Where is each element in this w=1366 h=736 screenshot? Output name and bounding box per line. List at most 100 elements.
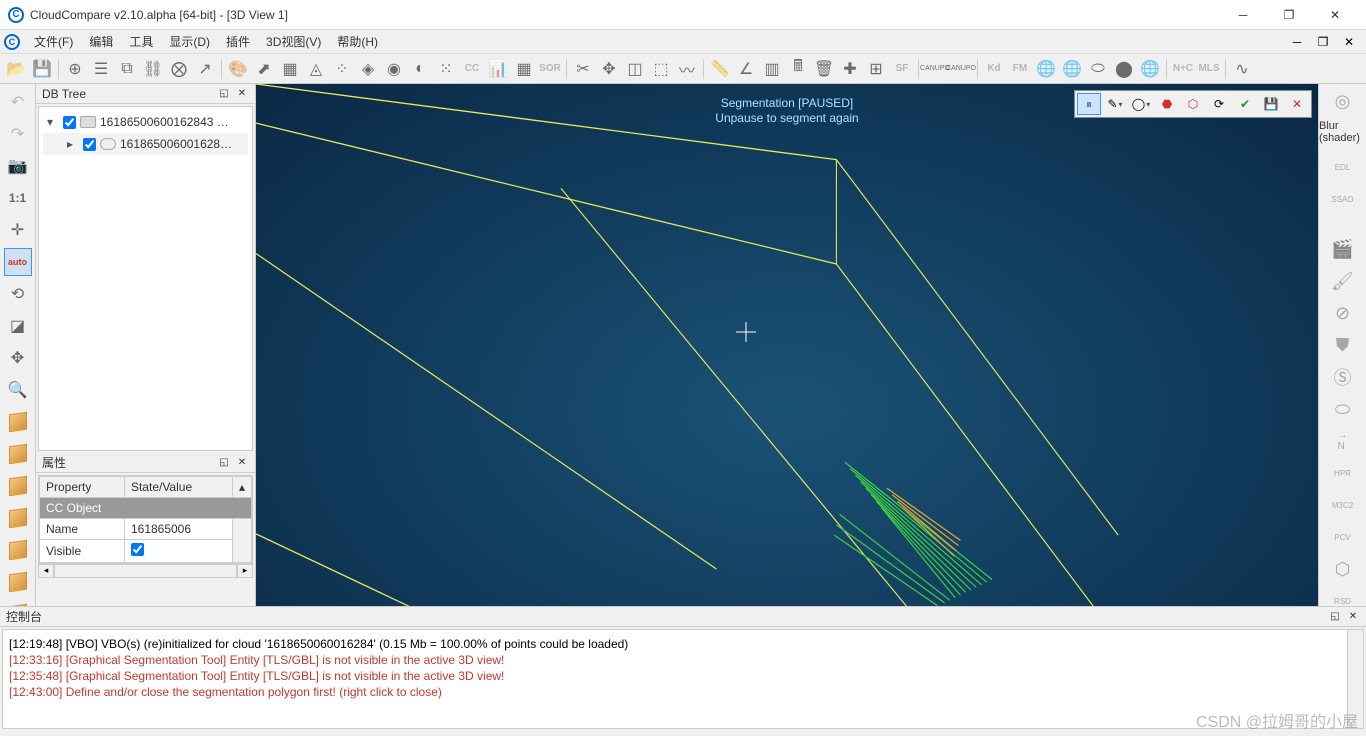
curve-icon[interactable]: ∿ [1230, 57, 1254, 81]
brush-icon[interactable]: 🖌 [1328, 268, 1358, 294]
wireframe-icon[interactable]: 🌐 [1138, 57, 1162, 81]
seg-polyline-icon[interactable]: ✎ [1103, 93, 1127, 115]
calc-icon[interactable]: 🖩 [786, 57, 810, 81]
edl-icon[interactable]: EDL [1328, 154, 1358, 180]
compass-icon[interactable]: ⊘ [1328, 300, 1358, 326]
expander-icon[interactable]: ▾ [47, 115, 59, 129]
mdi-close[interactable]: ✕ [1336, 35, 1362, 49]
ssao-icon[interactable]: SSAO [1328, 186, 1358, 212]
move-icon[interactable]: ✥ [4, 344, 32, 372]
iso1-view-icon[interactable] [4, 408, 32, 436]
one-to-one-icon[interactable]: 1:1 [4, 184, 32, 212]
visible-checkbox[interactable] [131, 543, 144, 556]
globe1-icon[interactable]: 🌐 [1034, 57, 1058, 81]
menu-file[interactable]: 文件(F) [26, 31, 81, 52]
props-float-icon[interactable]: ◱ [217, 456, 231, 470]
seg-export-icon[interactable]: 💾 [1259, 93, 1283, 115]
console-float-icon[interactable]: ◱ [1328, 610, 1342, 624]
expander-icon[interactable]: ▸ [67, 137, 79, 151]
scalar2-icon[interactable]: ◉ [382, 57, 406, 81]
n-icon[interactable]: →N [1328, 428, 1358, 454]
props-scroll-up[interactable]: ▴ [232, 477, 251, 498]
bottom-view-icon[interactable] [4, 504, 32, 532]
sor-icon[interactable]: SOR [538, 57, 562, 81]
crop-icon[interactable]: ◫ [623, 57, 647, 81]
color-icon[interactable]: 🎨 [226, 57, 250, 81]
nc-icon[interactable]: N+C [1171, 57, 1195, 81]
globe2-icon[interactable]: 🌐 [1060, 57, 1084, 81]
m3c2-icon[interactable]: M3C2 [1328, 492, 1358, 518]
rotate-icon[interactable]: ⟲ [4, 280, 32, 308]
grid-icon[interactable]: ⊞ [864, 57, 888, 81]
transform-icon[interactable]: ↗ [193, 57, 217, 81]
normals-icon[interactable]: ⬈ [252, 57, 276, 81]
maximize-button[interactable]: ❐ [1266, 0, 1312, 30]
seg-out-icon[interactable]: ⬡ [1181, 93, 1205, 115]
open-icon[interactable]: 📂 [4, 57, 28, 81]
db-tree-close-icon[interactable]: ✕ [235, 87, 249, 101]
tree-child-row[interactable]: ▸ 161865006001628… [43, 133, 248, 155]
ruler-icon[interactable]: 📏 [708, 57, 732, 81]
menu-plugins[interactable]: 插件 [218, 31, 258, 52]
clapper-icon[interactable]: 🎬 [1328, 236, 1358, 262]
sphere2-icon[interactable]: ⬤ [1112, 57, 1136, 81]
properties-table[interactable]: Property State/Value ▴ CC Object Name 16… [38, 475, 253, 564]
pick-icon[interactable]: ✛ [4, 216, 32, 244]
shield-icon[interactable]: ⛊ [1328, 332, 1358, 358]
seg-pause-icon[interactable]: ⏸ [1077, 93, 1101, 115]
angle-icon[interactable]: ∠ [734, 57, 758, 81]
auto-pick-icon[interactable]: auto [4, 248, 32, 276]
scalar1-icon[interactable]: ◈ [356, 57, 380, 81]
kd-icon[interactable]: Kd [982, 57, 1006, 81]
undo-icon[interactable]: ↶ [4, 88, 32, 116]
mdi-minimize[interactable]: ─ [1284, 35, 1310, 49]
histo-icon[interactable]: ▥ [760, 57, 784, 81]
seg-cancel-icon[interactable]: ✕ [1285, 93, 1309, 115]
perspective-icon[interactable]: ◪ [4, 312, 32, 340]
iso2-view-icon[interactable] [4, 440, 32, 468]
canupo-create-icon[interactable]: CANUPO [923, 57, 947, 81]
ellipse-icon[interactable]: ⬭ [1328, 396, 1358, 422]
zoom-icon[interactable]: 🔍 [4, 376, 32, 404]
fm-icon[interactable]: FM [1008, 57, 1032, 81]
trash-icon[interactable]: 🗑 [812, 57, 836, 81]
top-view-icon[interactable] [4, 472, 32, 500]
seg-reset-icon[interactable]: ⟳ [1207, 93, 1231, 115]
point-pick-icon[interactable]: ⊕ [63, 57, 87, 81]
mdi-restore[interactable]: ❐ [1310, 35, 1336, 49]
pcv-icon[interactable]: PCV [1328, 524, 1358, 550]
sample-icon[interactable]: ⁘ [330, 57, 354, 81]
left-view-icon[interactable] [4, 536, 32, 564]
hex-icon[interactable]: ⬡ [1328, 556, 1358, 582]
close-button[interactable]: ✕ [1312, 0, 1358, 30]
cc-icon[interactable]: CC [460, 57, 484, 81]
scalar3-icon[interactable]: ◐ [408, 57, 432, 81]
segment-icon[interactable]: ✂ [571, 57, 595, 81]
section-icon[interactable]: ⬚ [649, 57, 673, 81]
menu-edit[interactable]: 编辑 [81, 31, 121, 52]
menu-3dview[interactable]: 3D视图(V) [258, 31, 329, 52]
console-scrollbar[interactable] [1347, 630, 1363, 728]
minimize-button[interactable]: ─ [1220, 0, 1266, 30]
mesh-icon[interactable]: ◬ [304, 57, 328, 81]
redo-icon[interactable]: ↷ [4, 120, 32, 148]
label-icon[interactable]: ▦ [512, 57, 536, 81]
delete-icon[interactable]: ⨂ [167, 57, 191, 81]
seg-confirm-icon[interactable]: ✔ [1233, 93, 1257, 115]
stat-icon[interactable]: 📊 [486, 57, 510, 81]
plus-icon[interactable]: ✚ [838, 57, 862, 81]
blur-shader-icon[interactable]: ◎ [1328, 88, 1358, 114]
octree-icon[interactable]: ▦ [278, 57, 302, 81]
hpr-icon[interactable]: HPR [1328, 460, 1358, 486]
tree-child-checkbox[interactable] [83, 138, 96, 151]
console-body[interactable]: [12:19:48] [VBO] VBO(s) (re)initialized … [2, 629, 1364, 729]
props-hscroll[interactable]: ◂▸ [38, 564, 253, 578]
sf-icon2[interactable]: Ⓢ [1328, 364, 1358, 390]
menu-help[interactable]: 帮助(H) [329, 31, 386, 52]
tree-root-row[interactable]: ▾ 16186500600162843 … [43, 111, 248, 133]
merge-icon[interactable]: ⛓ [141, 57, 165, 81]
menu-tools[interactable]: 工具 [121, 31, 161, 52]
mls-icon[interactable]: MLS [1197, 57, 1221, 81]
right-view-icon[interactable] [4, 568, 32, 596]
subsample-icon[interactable]: ⁙ [434, 57, 458, 81]
